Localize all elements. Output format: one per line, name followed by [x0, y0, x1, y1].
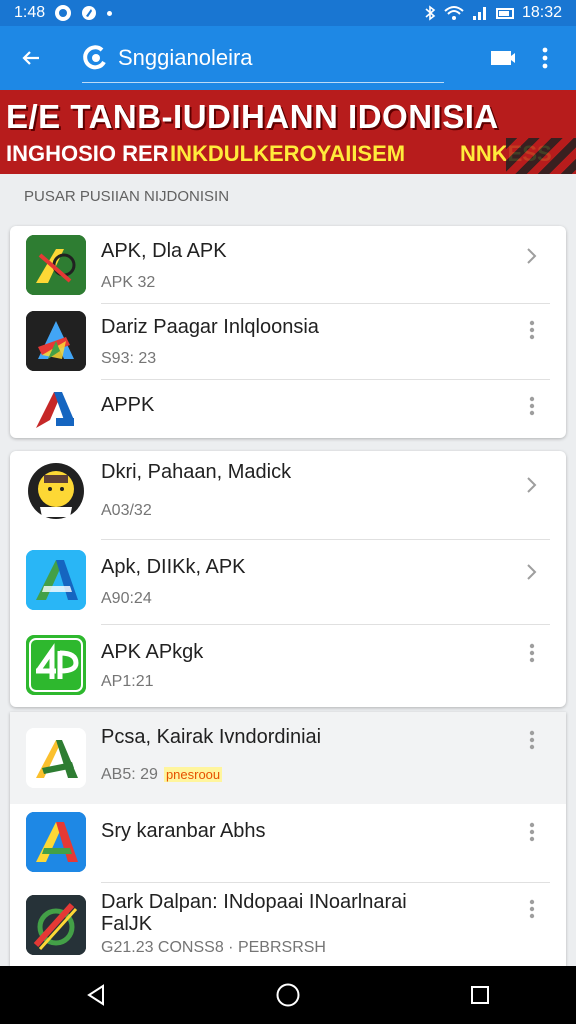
chevron-right-icon[interactable]: [520, 244, 544, 268]
app-icon: [26, 235, 86, 295]
system-navigation-bar: [0, 966, 576, 1024]
nav-back-button[interactable]: [66, 966, 126, 1024]
app-version: AP1:21: [101, 673, 154, 690]
app-name: Dkri, Pahaan, Madick: [101, 461, 292, 483]
app-version: APK 32: [101, 274, 156, 291]
app-version: S93: 23: [101, 350, 157, 367]
app-name: Dariz Paagar Inlqloonsia: [101, 316, 319, 338]
app-icon: [26, 635, 86, 695]
square-recents-icon: [471, 986, 489, 1004]
banner-stripe: [506, 138, 576, 174]
list-item[interactable]: APK APkgk AP1:21: [10, 625, 566, 707]
app-version: AB5: 29 pnesroou: [101, 766, 223, 784]
more-vert-icon[interactable]: [520, 641, 544, 665]
app-version: G21.23 CONSS8 · PEBRSRSH: [101, 939, 326, 956]
triangle-back-icon: [87, 984, 104, 1006]
list-item[interactable]: Dariz Paagar Inlqloonsia S93: 23: [10, 304, 566, 380]
app-name: APK, Dla APK: [101, 240, 227, 262]
banner-subline-b: INKDULKEROYAIISEM: [170, 141, 406, 166]
app-logo-icon: [83, 44, 106, 69]
section-header: PUSAR PUSIIAN NIJDONISIN: [24, 188, 230, 205]
app-icon: [26, 812, 86, 872]
app-name: Sry karanbar Abhs: [101, 820, 266, 842]
notification-icon: [55, 5, 72, 21]
promo-banner[interactable]: E/E TANB-IUDIHANN IDONISIA INGHOSIO RER …: [0, 90, 576, 174]
app-name: APPK: [101, 394, 155, 416]
app-icon: [26, 311, 86, 371]
more-vert-icon[interactable]: [520, 394, 544, 418]
arrow-left-icon: [22, 51, 39, 65]
app-icon: [26, 380, 86, 438]
app-icon: [26, 550, 86, 610]
more-vert-icon[interactable]: [520, 897, 544, 921]
more-vert-icon[interactable]: [520, 318, 544, 342]
dot-icon: [107, 10, 113, 16]
more-vert-icon[interactable]: [520, 820, 544, 844]
list-item[interactable]: Sry karanbar Abhs: [10, 804, 566, 882]
back-button[interactable]: [0, 26, 62, 90]
list-item[interactable]: Dkri, Pahaan, Madick A03/32: [10, 451, 566, 539]
status-time-right: 18:32: [521, 4, 562, 21]
overflow-menu-button[interactable]: [524, 26, 566, 90]
app-list-card: Dkri, Pahaan, Madick A03/32 Apk, DIIKk, …: [10, 451, 566, 707]
list-item[interactable]: Dark Dalpan: INdopaai INoarlnarai FalJK …: [10, 883, 566, 966]
app-name: APK APkgk: [101, 641, 204, 663]
list-item[interactable]: Apk, DIIKk, APK A90:24: [10, 540, 566, 624]
banner-subline: INGHOSIO RER INKDULKEROYAIISEM NNKESS: [0, 138, 576, 168]
battery-icon: [495, 7, 514, 19]
search-title-field[interactable]: Snggianoleira: [82, 33, 444, 83]
chevron-right-icon[interactable]: [520, 473, 544, 497]
list-item[interactable]: APK, Dla APK APK 32: [10, 226, 566, 304]
app-name: Dark Dalpan: INdopaai INoarlnarai: [101, 891, 407, 913]
signal-icon: [472, 7, 486, 20]
app-version: A90:24: [101, 590, 152, 607]
app-name: Pcsa, Kairak Ivndordiniai: [101, 726, 322, 748]
app-name: Apk, DIIKk, APK: [101, 556, 246, 578]
status-time-left: 1:48: [14, 4, 46, 21]
app-icon: [26, 895, 86, 955]
status-badge: pnesroou: [163, 767, 223, 782]
app-list-card: APK, Dla APK APK 32 Dariz Paagar Inlqloo…: [10, 226, 566, 438]
banner-headline: E/E TANB-IUDIHANN IDONISIA: [6, 98, 499, 135]
circle-home-icon: [276, 983, 300, 1007]
wifi-icon: [444, 6, 464, 20]
banner-subline-a: INGHOSIO RER: [6, 141, 169, 166]
app-icon: [26, 461, 86, 521]
more-vert-icon[interactable]: [520, 728, 544, 752]
app-version-text: AB5: 29: [101, 766, 158, 783]
app-icon: [26, 728, 86, 788]
video-icon: [491, 51, 515, 65]
app-title: Snggianoleira: [118, 44, 253, 70]
chevron-right-icon[interactable]: [520, 560, 544, 584]
bluetooth-icon: [425, 5, 436, 21]
app-version: A03/32: [101, 502, 152, 519]
status-bar: 1:48 18:32: [0, 0, 576, 26]
app-list-card: Pcsa, Kairak Ivndordiniai AB5: 29 pnesroo…: [10, 712, 566, 966]
app-name-line2: FalJK: [101, 913, 153, 935]
more-vert-icon: [542, 47, 548, 69]
list-item[interactable]: Pcsa, Kairak Ivndordiniai AB5: 29 pnesroo…: [10, 712, 566, 804]
nav-recents-button[interactable]: [450, 966, 510, 1024]
nav-home-button[interactable]: [258, 966, 318, 1024]
app-bar: Snggianoleira: [0, 26, 576, 90]
cast-button[interactable]: [482, 26, 524, 90]
list-item[interactable]: APPK: [10, 380, 566, 438]
drive-icon: [82, 6, 97, 20]
